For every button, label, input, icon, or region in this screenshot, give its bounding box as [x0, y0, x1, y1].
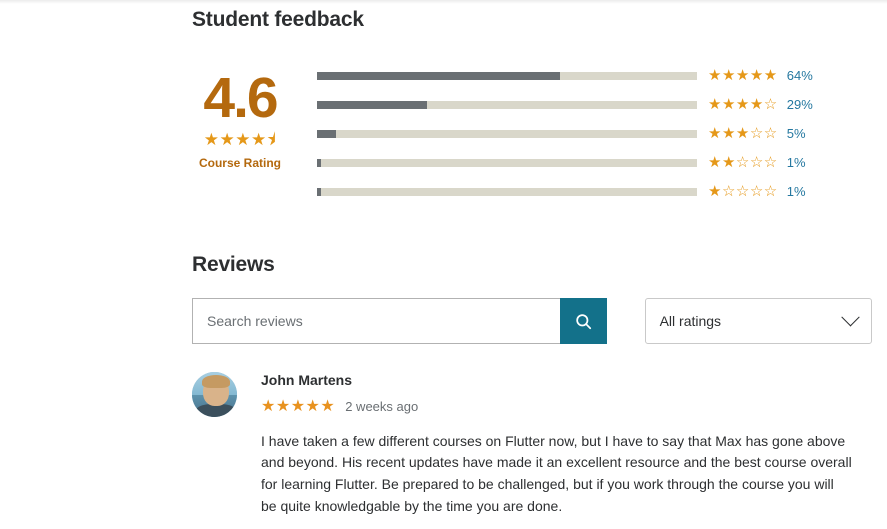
- rating-distribution-list: ★★★★★ 64% ★★★★☆ 29% ★★★☆☆ 5% ★★☆☆☆ 1% ★☆…: [317, 52, 872, 206]
- page-title: Student feedback: [192, 8, 364, 31]
- review-timestamp: 2 weeks ago: [345, 399, 419, 415]
- rating-bar-track: [317, 100, 697, 109]
- review-item: John Martens ★★★★★ 2 weeks ago I have ta…: [192, 372, 872, 529]
- search-button[interactable]: [559, 298, 607, 344]
- content-column: Student feedback 4.6 ★★★★⯨ Course Rating…: [192, 0, 872, 529]
- rating-bar-track: [317, 158, 697, 167]
- rating-distribution-row[interactable]: ★★★★★ 64%: [317, 61, 872, 90]
- rating-bar-fill: [317, 129, 336, 138]
- search-reviews-group: [192, 298, 607, 344]
- search-icon: [574, 312, 593, 331]
- rating-row-percent[interactable]: 5%: [787, 126, 806, 141]
- rating-row-percent[interactable]: 29%: [787, 97, 813, 112]
- student-feedback-page: Student feedback 4.6 ★★★★⯨ Course Rating…: [0, 0, 887, 529]
- search-input[interactable]: [192, 298, 560, 344]
- reviews-toolbar: All ratings: [192, 298, 872, 344]
- rating-row-stars-icon: ★★★★☆: [708, 96, 778, 113]
- course-rating-label: Course Rating: [198, 156, 281, 170]
- avatar: [192, 372, 237, 417]
- rating-row-stars-icon: ★☆☆☆☆: [708, 183, 778, 200]
- rating-bar-track: [317, 129, 697, 138]
- student-feedback-panel: 4.6 ★★★★⯨ Course Rating ★★★★★ 64% ★★★★☆: [192, 52, 872, 206]
- reviewer-name: John Martens: [261, 372, 353, 388]
- review-text: I have taken a few different courses on …: [261, 432, 852, 514]
- rating-distribution-row[interactable]: ★☆☆☆☆ 1%: [317, 177, 872, 206]
- course-rating-value: 4.6: [203, 66, 278, 130]
- course-rating-stars-icon: ★★★★⯨: [203, 130, 277, 149]
- rating-bar-fill: [317, 187, 321, 196]
- rating-row-percent[interactable]: 64%: [787, 68, 813, 83]
- rating-row-stars-icon: ★★★☆☆: [708, 125, 778, 142]
- ratings-filter-value: All ratings: [659, 313, 722, 329]
- ratings-filter-dropdown[interactable]: All ratings: [644, 298, 872, 344]
- rating-distribution-row[interactable]: ★★★★☆ 29%: [317, 90, 872, 119]
- chevron-down-icon: [841, 307, 860, 326]
- rating-row-stars-icon: ★★☆☆☆: [708, 154, 778, 171]
- rating-distribution-row[interactable]: ★★★☆☆ 5%: [317, 119, 872, 148]
- rating-bar-fill: [317, 71, 561, 80]
- rating-distribution-row[interactable]: ★★☆☆☆ 1%: [317, 148, 872, 177]
- rating-row-percent[interactable]: 1%: [787, 184, 806, 199]
- rating-row-percent[interactable]: 1%: [787, 155, 806, 170]
- review-rating-stars-icon: ★★★★★: [261, 397, 336, 415]
- rating-bar-track: [317, 71, 697, 80]
- reviews-title: Reviews: [192, 253, 275, 276]
- rating-row-stars-icon: ★★★★★: [708, 67, 778, 84]
- rating-bar-fill: [317, 158, 321, 167]
- reviews-section: Reviews All ratings: [192, 253, 872, 529]
- rating-bar-track: [317, 187, 697, 196]
- avatar-hair: [202, 375, 230, 388]
- course-rating-summary: 4.6 ★★★★⯨ Course Rating: [192, 52, 288, 171]
- rating-bar-fill: [317, 100, 428, 109]
- review-meta: ★★★★★ 2 weeks ago: [261, 397, 872, 415]
- review-content: John Martens ★★★★★ 2 weeks ago I have ta…: [261, 372, 872, 529]
